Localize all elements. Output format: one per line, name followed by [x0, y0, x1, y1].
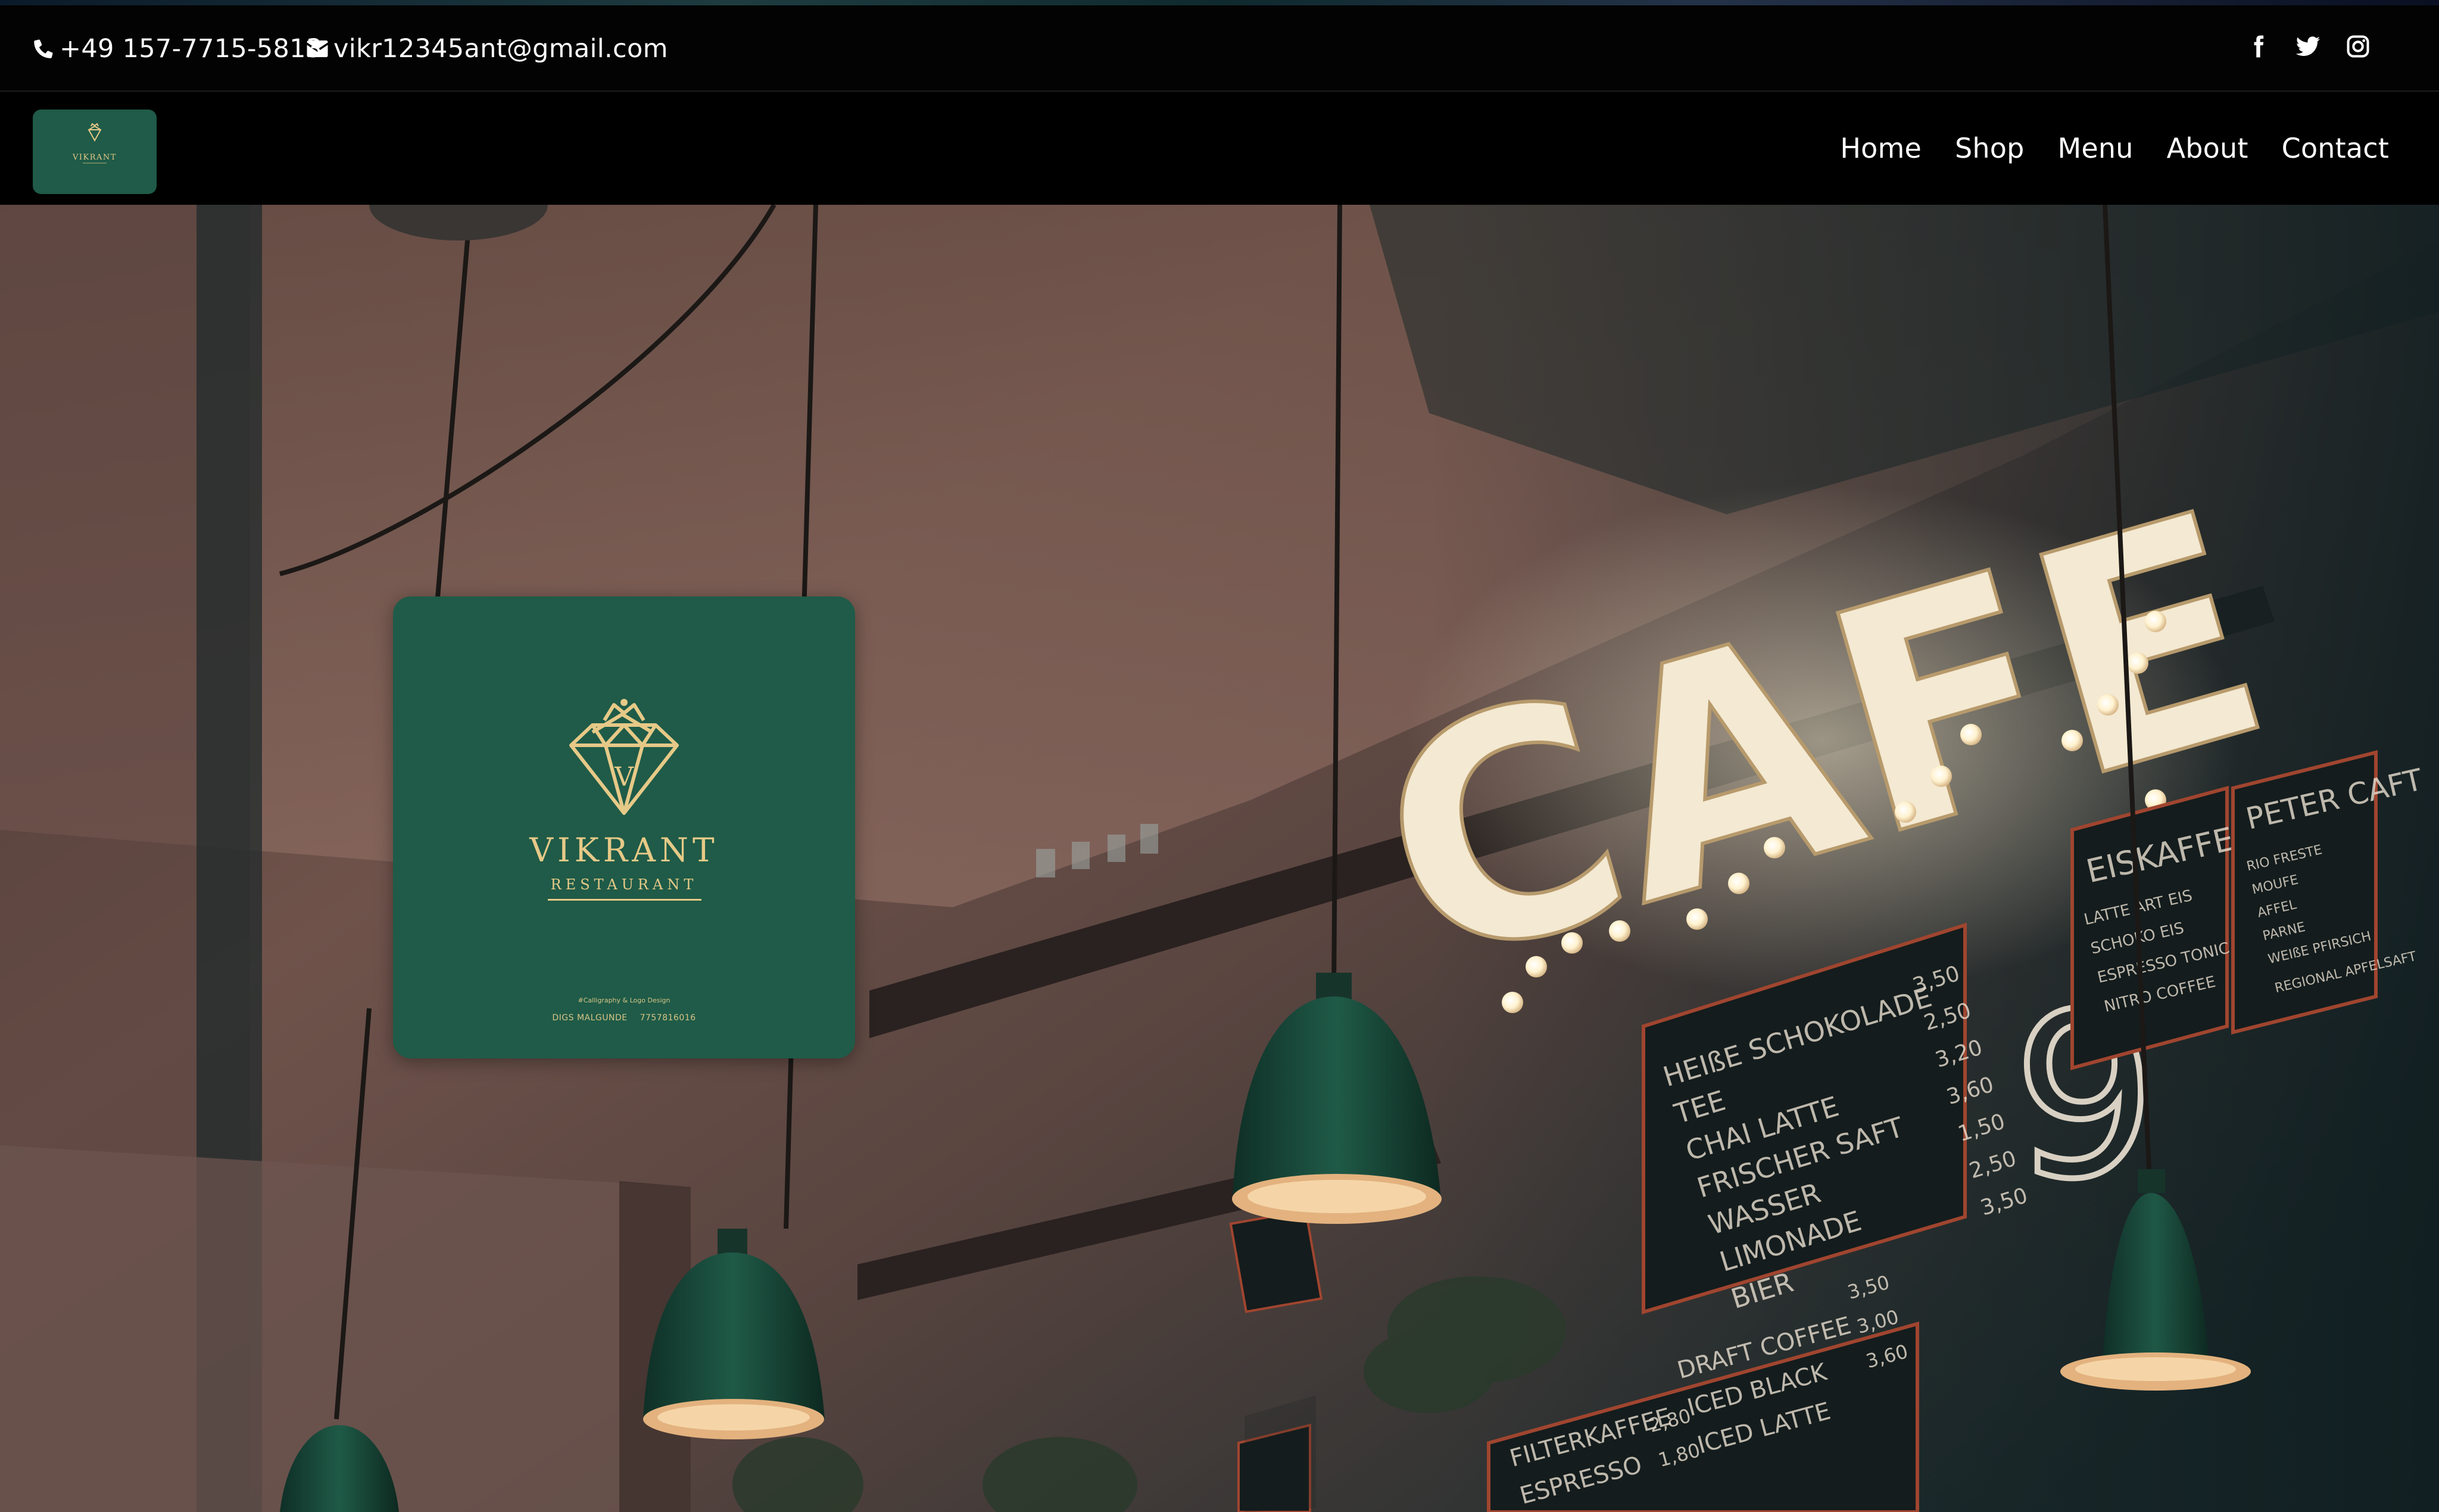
phone-icon [31, 36, 56, 61]
diamond-crown-icon: V [569, 699, 679, 815]
logo-diamond-icon [88, 123, 102, 142]
top-contact-bar: +49 157-7715-5813 vikr12345ant@gmail.com [0, 0, 2439, 92]
designer-info: DIGS MALGUNDE 7757816016 [393, 1013, 855, 1023]
email-link[interactable]: vikr12345ant@gmail.com [305, 30, 668, 68]
designer-phone: 7757816016 [640, 1013, 696, 1023]
main-navbar: VIKRANT Home Shop Menu About Contact [0, 92, 2439, 205]
nav-shop[interactable]: Shop [1955, 132, 2025, 164]
nav-menu-link[interactable]: Menu [2058, 132, 2134, 164]
designer-credit: #Calligraphy & Logo Design [578, 996, 670, 1004]
hero-background-photo: CAFE HEIßE SCHOKOLADE TEE CHAI LATTE FRI… [0, 205, 2439, 1512]
nav-contact[interactable]: Contact [2282, 132, 2389, 164]
page: +49 157-7715-5813 vikr12345ant@gmail.com [0, 0, 2439, 1512]
top-image-strip [0, 0, 2439, 5]
social-links [2245, 33, 2371, 60]
email-address: vikr12345ant@gmail.com [333, 34, 668, 64]
envelope-icon [305, 36, 330, 61]
brand-divider [548, 899, 701, 901]
logo-text: VIKRANT [72, 153, 117, 162]
nav-home[interactable]: Home [1840, 132, 1922, 164]
designer-name: DIGS MALGUNDE [552, 1013, 628, 1023]
hero-section: CAFE HEIßE SCHOKOLADE TEE CHAI LATTE FRI… [0, 205, 2439, 1512]
svg-text:V: V [614, 762, 634, 792]
nav-about[interactable]: About [2167, 132, 2248, 164]
twitter-icon[interactable] [2295, 33, 2321, 60]
nav-menu: Home Shop Menu About Contact [1840, 132, 2389, 164]
phone-link[interactable]: +49 157-7715-5813 [31, 30, 322, 68]
brand-name: VIKRANT [529, 831, 719, 869]
brand-logo-card: V VIKRANT RESTAURANT #Calligraphy & Logo… [393, 596, 855, 1058]
instagram-icon[interactable] [2345, 33, 2371, 60]
site-logo[interactable]: VIKRANT [33, 110, 157, 194]
brand-subtitle: RESTAURANT [550, 876, 698, 893]
phone-number: +49 157-7715-5813 [60, 34, 323, 64]
facebook-icon[interactable] [2245, 33, 2271, 60]
